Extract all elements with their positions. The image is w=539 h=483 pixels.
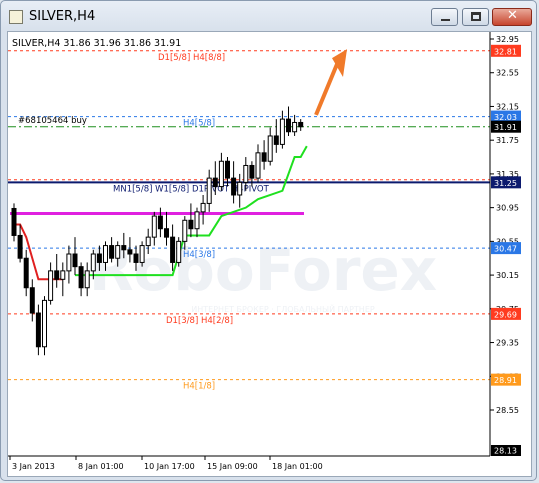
chart-window: SILVER,H4 ✕ RoboForex ИНТЕРНЕТ БРОКЕР · … xyxy=(0,0,537,481)
chart-window-icon xyxy=(9,10,23,24)
candle-body xyxy=(133,253,139,263)
candle-body xyxy=(261,152,267,162)
candle-body xyxy=(35,312,41,348)
candle-body xyxy=(164,228,169,238)
candle-body xyxy=(72,253,78,268)
level-price-tag-text: 32.81 xyxy=(494,47,517,56)
candle-body xyxy=(273,135,279,145)
order-label: #68105464 buy xyxy=(18,116,87,126)
level-label: D1[5/8] H4[8/8] xyxy=(158,53,225,63)
candle-body xyxy=(60,270,66,280)
candle-body xyxy=(115,245,121,259)
candle-body xyxy=(218,160,224,188)
minimize-icon xyxy=(441,19,450,21)
candle-body xyxy=(109,245,115,259)
close-icon: ✕ xyxy=(507,8,518,23)
time-tick-label: 15 Jan 09:00 xyxy=(207,462,258,471)
candle-body xyxy=(157,215,163,230)
candle-body xyxy=(286,118,291,133)
candle-body xyxy=(48,270,54,301)
close-button[interactable]: ✕ xyxy=(492,8,532,26)
price-tick-label: 32.15 xyxy=(496,102,519,111)
chart-header: SILVER,H4 31.86 31.96 31.86 31.91 xyxy=(12,38,181,49)
level-label: H4[3/8] xyxy=(183,250,215,260)
level-price-tag-text: 30.47 xyxy=(494,245,517,254)
candle-body xyxy=(96,253,102,263)
candle-body xyxy=(29,287,35,314)
candle-body xyxy=(200,202,206,213)
candle-body xyxy=(78,266,84,289)
price-tick-label: 31.75 xyxy=(496,136,519,145)
time-scale: 3 Jan 2013 8 Jan 01:00 10 Jan 17:00 15 Jan … xyxy=(9,456,323,471)
current-price-tag-text: 31.91 xyxy=(494,123,517,132)
price-chart[interactable]: RoboForex ИНТЕРНЕТ БРОКЕР · ГЛОБАЛЬНЫЙ П… xyxy=(8,32,531,476)
candle-body xyxy=(23,257,29,289)
price-tick-label: 29.35 xyxy=(496,339,519,348)
candle-body xyxy=(298,121,304,128)
watermark-tagline: ИНТЕРНЕТ БРОКЕР · ГЛОБАЛЬНЫЙ ПАРТНЕР xyxy=(191,303,375,314)
time-tick-label: 3 Jan 2013 xyxy=(12,462,55,471)
time-tick-label: 8 Jan 01:00 xyxy=(78,462,124,471)
levels-layer: D1[5/8] H4[8/8]H4[5/8]MN1[5/8] W1[5/8] D… xyxy=(8,50,490,392)
window-title: SILVER,H4 xyxy=(29,9,96,24)
candle-body xyxy=(182,219,188,242)
price-tick-label: 30.15 xyxy=(496,271,519,280)
candle-body xyxy=(170,236,176,263)
candle-body xyxy=(145,236,151,247)
level-price-tag-text: 31.25 xyxy=(494,179,517,188)
candle-body xyxy=(237,181,243,196)
candle-body xyxy=(139,245,145,263)
chart-area[interactable]: RoboForex ИНТЕРНЕТ БРОКЕР · ГЛОБАЛЬНЫЙ П… xyxy=(7,31,532,477)
candle-body xyxy=(194,211,200,230)
level-price-tag-text: 28.91 xyxy=(494,376,517,385)
level-price-tag-text: 29.69 xyxy=(494,310,517,319)
price-tick-label: 32.95 xyxy=(496,35,519,44)
level-label: H4[1/8] xyxy=(183,382,215,392)
maximize-icon xyxy=(471,12,481,21)
price-tick-label: 28.55 xyxy=(496,406,519,415)
time-tick-label: 18 Jan 01:00 xyxy=(272,462,323,471)
price-scale: 32.9532.5532.1531.7531.3530.9530.5530.15… xyxy=(490,35,519,415)
candle-body xyxy=(66,253,72,272)
minimize-button[interactable] xyxy=(431,8,458,26)
candle-body xyxy=(255,152,261,179)
price-tick-label: 30.95 xyxy=(496,204,519,213)
candle-body xyxy=(121,245,127,251)
bottom-price-tag-text: 28.13 xyxy=(494,447,517,456)
time-tick-label: 10 Jan 17:00 xyxy=(144,462,195,471)
maximize-button[interactable] xyxy=(462,8,489,26)
candle-body xyxy=(42,299,47,348)
candle-body xyxy=(243,164,249,183)
candle-body xyxy=(267,135,273,162)
candle-body xyxy=(11,207,17,236)
candle-body xyxy=(127,249,133,255)
candle-body xyxy=(176,240,182,263)
candle-body xyxy=(84,270,90,289)
level-label: D1[3/8] H4[2/8] xyxy=(166,316,233,326)
candle-body xyxy=(151,215,157,238)
candle-body xyxy=(54,270,60,280)
candle-body xyxy=(292,121,298,133)
candle-body xyxy=(17,234,23,259)
candles-layer xyxy=(11,106,304,356)
candle-body xyxy=(225,160,230,179)
price-tick-label: 32.55 xyxy=(496,69,519,78)
title-bar[interactable]: SILVER,H4 ✕ xyxy=(1,1,536,31)
candle-body xyxy=(279,118,285,145)
candle-body xyxy=(206,177,212,204)
candle-body xyxy=(90,253,96,272)
arrow-shaft xyxy=(314,61,340,116)
candle-body xyxy=(103,245,108,263)
candle-body xyxy=(231,177,237,196)
candle-body xyxy=(249,164,255,179)
candle-body xyxy=(188,219,194,230)
candle-body xyxy=(212,177,218,188)
